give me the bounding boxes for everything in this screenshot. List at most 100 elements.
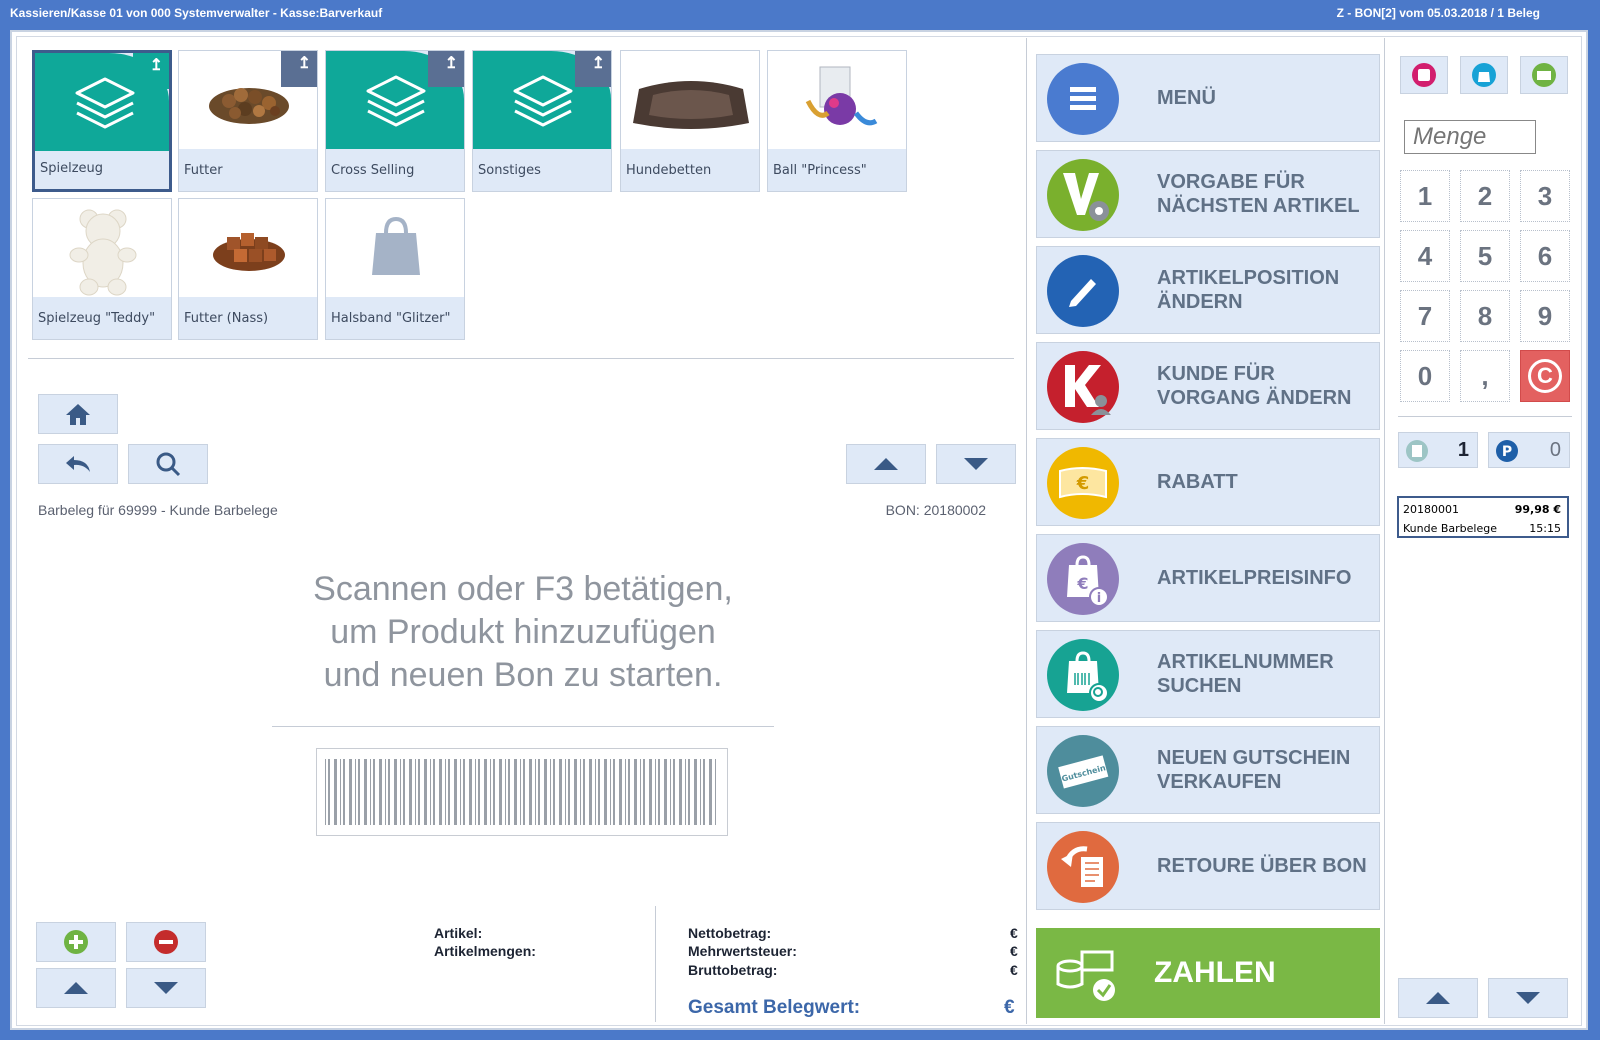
add-quantity-button[interactable] <box>36 922 116 962</box>
numpad-key-4[interactable]: 4 <box>1400 230 1450 282</box>
last-receipt-number: 20180001 <box>1403 503 1459 516</box>
prompt-line: Scannen oder F3 betätigen, <box>313 570 733 608</box>
plus-circle-icon <box>64 930 88 954</box>
tile-sonstiges[interactable]: ↥ Sonstiges <box>472 50 612 192</box>
menu-button[interactable]: MENÜ <box>1036 54 1380 142</box>
scroll-down-button[interactable] <box>936 444 1016 484</box>
parking-icon: P <box>1496 440 1518 462</box>
numpad-key-0[interactable]: 0 <box>1400 350 1450 402</box>
column-divider <box>1384 38 1385 1024</box>
barcode-bar <box>715 759 716 825</box>
numpad-key-3[interactable]: 3 <box>1520 170 1570 222</box>
barcode-bar <box>403 759 405 825</box>
barcode-bar <box>499 759 502 825</box>
prompt-line: um Produkt hinzuzufügen <box>330 613 716 651</box>
tile-label: Cross Selling <box>331 163 415 178</box>
price-info-button[interactable]: € i ARTIKELPREISINFO <box>1036 534 1380 622</box>
position-up-button[interactable] <box>36 968 116 1008</box>
discount-button[interactable]: € RABATT <box>1036 438 1380 526</box>
tile-halsband-glitzer[interactable]: Halsband "Glitzer" <box>325 198 465 340</box>
barcode-bar <box>649 759 652 825</box>
customer-line: Barbeleg für 69999 - Kunde Barbelege <box>38 502 278 518</box>
customer-k-icon <box>1047 351 1119 423</box>
barcode-bar <box>478 759 480 825</box>
tile-label: Ball "Princess" <box>773 163 867 178</box>
barcode-bar <box>679 759 682 825</box>
bag-badge-icon <box>1472 63 1496 87</box>
change-customer-button[interactable]: KUNDE FÜR VORGANG ÄNDERN <box>1036 342 1380 430</box>
coins-check-icon <box>1056 950 1115 1001</box>
receipt-list-down-button[interactable] <box>1488 978 1568 1018</box>
sell-voucher-button[interactable]: Gutschein NEUEN GUTSCHEIN VERKAUFEN <box>1036 726 1380 814</box>
numpad-key-comma[interactable]: , <box>1460 350 1510 402</box>
summary-divider <box>655 906 656 1022</box>
barcode-icon <box>325 759 716 825</box>
barcode-bar <box>325 759 326 825</box>
tile-ball-princess[interactable]: Ball "Princess" <box>767 50 907 192</box>
barcode-bar <box>634 759 637 825</box>
tile-hundebetten[interactable]: Hundebetten <box>620 50 760 192</box>
title-bar: Kassieren/Kasse 01 von 000 Systemverwalt… <box>0 0 1600 26</box>
receipt-list-up-button[interactable] <box>1398 978 1478 1018</box>
preset-next-article-button[interactable]: VORGABE FÜR NÄCHSTEN ARTIKEL <box>1036 150 1380 238</box>
home-button[interactable] <box>38 394 118 434</box>
numpad-key-8[interactable]: 8 <box>1460 290 1510 342</box>
edit-position-button[interactable]: ARTIKELPOSITION ÄNDERN <box>1036 246 1380 334</box>
barcode-bar <box>334 759 337 825</box>
numpad-key-6[interactable]: 6 <box>1520 230 1570 282</box>
bag-mode-button[interactable] <box>1460 56 1508 94</box>
parked-counter[interactable]: P 0 <box>1488 432 1570 468</box>
barcode-bar <box>385 759 386 825</box>
articles-label: Artikel: <box>434 925 483 941</box>
tile-futter[interactable]: ↥ Futter <box>178 50 318 192</box>
tile-cross-selling[interactable]: ↥ Cross Selling <box>325 50 465 192</box>
last-receipt-card[interactable]: 20180001 99,98 € Kunde Barbelege 15:15 <box>1397 496 1569 538</box>
barcode-bar <box>379 759 382 825</box>
numpad-key-1[interactable]: 1 <box>1400 170 1450 222</box>
barcode-bar <box>598 759 600 825</box>
return-receipt-button[interactable]: RETOURE ÜBER BON <box>1036 822 1380 910</box>
position-down-button[interactable] <box>126 968 206 1008</box>
gross-currency: € <box>1010 962 1018 978</box>
back-button[interactable] <box>38 444 118 484</box>
numpad-key-9[interactable]: 9 <box>1520 290 1570 342</box>
barcode-bar <box>619 759 622 825</box>
search-button[interactable] <box>128 444 208 484</box>
cash-mode-button[interactable] <box>1520 56 1568 94</box>
receipt-mode-button[interactable] <box>1400 56 1448 94</box>
scroll-up-button[interactable] <box>846 444 926 484</box>
numpad-divider <box>1398 416 1572 417</box>
barcode-bar <box>400 759 401 825</box>
wet-food-image <box>213 233 285 271</box>
tile-spielzeug-teddy[interactable]: Spielzeug "Teddy" <box>32 198 172 340</box>
section-divider <box>28 358 1014 359</box>
quantity-input[interactable] <box>1404 120 1536 154</box>
barcode-bar <box>355 759 356 825</box>
chevron-up-icon <box>874 458 898 470</box>
numpad-clear-button[interactable]: C <box>1520 350 1570 402</box>
chevron-down-icon <box>1516 992 1540 1004</box>
remove-quantity-button[interactable] <box>126 922 206 962</box>
last-receipt-customer: Kunde Barbelege <box>1403 522 1497 535</box>
barcode-bar <box>448 759 450 825</box>
tile-spielzeug[interactable]: ↥ Spielzeug <box>32 50 172 192</box>
barcode-bar <box>613 759 615 825</box>
article-quantities-label: Artikelmengen: <box>434 943 536 959</box>
receipt-counter[interactable]: 1 <box>1398 432 1478 468</box>
numpad-key-2[interactable]: 2 <box>1460 170 1510 222</box>
pay-button[interactable]: ZAHLEN <box>1036 928 1380 1018</box>
barcode-bar <box>640 759 641 825</box>
chevron-up-icon <box>64 982 88 994</box>
barcode-bar <box>409 759 412 825</box>
tile-label: Halsband "Glitzer" <box>331 311 451 326</box>
tile-futter-nass[interactable]: Futter (Nass) <box>178 198 318 340</box>
numpad-key-5[interactable]: 5 <box>1460 230 1510 282</box>
search-article-number-button[interactable]: ARTIKELNUMMER SUCHEN <box>1036 630 1380 718</box>
barcode-bar <box>589 759 592 825</box>
barcode-bar <box>424 759 427 825</box>
teddy-bear-image <box>69 209 137 296</box>
barcode-bar <box>364 759 367 825</box>
barcode-bar <box>559 759 562 825</box>
numpad-key-7[interactable]: 7 <box>1400 290 1450 342</box>
bag-icon <box>372 216 420 275</box>
